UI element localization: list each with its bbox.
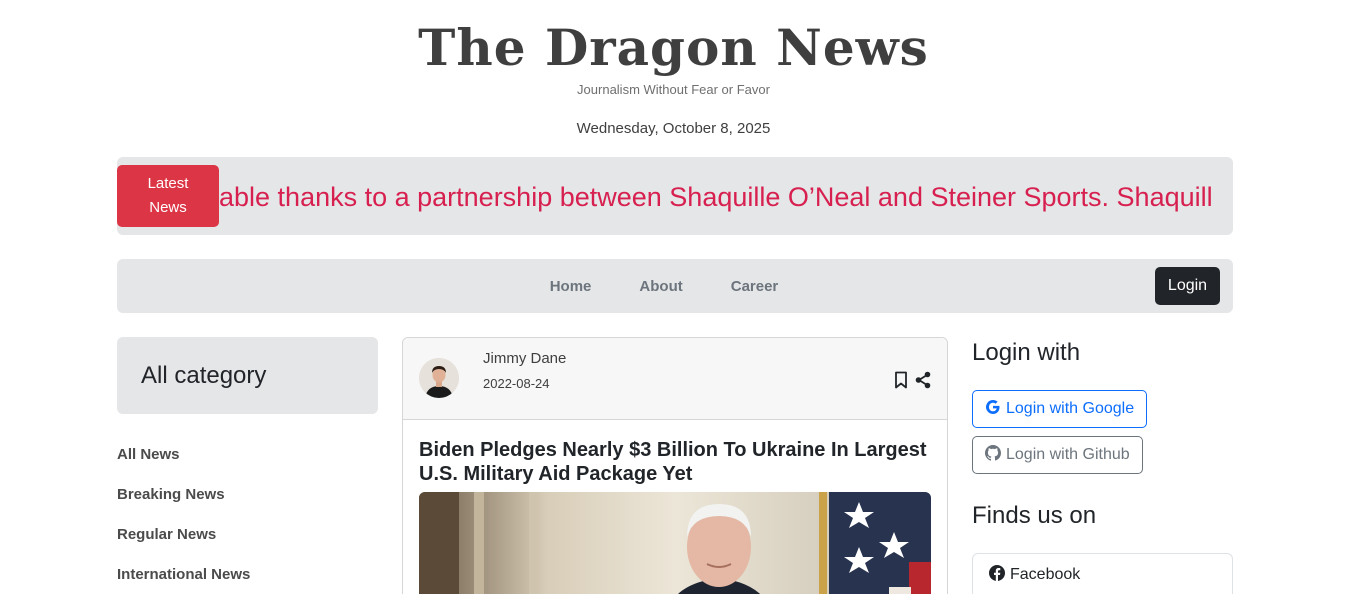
site-tagline: Journalism Without Fear or Favor bbox=[577, 82, 770, 97]
category-list: All News Breaking News Regular News Inte… bbox=[117, 446, 378, 594]
news-title[interactable]: Biden Pledges Nearly $3 Billion To Ukrai… bbox=[419, 438, 929, 486]
main-navbar: Home About Career Login bbox=[117, 259, 1233, 313]
facebook-icon bbox=[989, 564, 1005, 586]
category-item-regular-news[interactable]: Regular News bbox=[117, 526, 378, 566]
current-date: Wednesday, October 8, 2025 bbox=[576, 120, 771, 137]
site-header: The Dragon News Journalism Without Fear … bbox=[0, 18, 1347, 97]
nav-link-about[interactable]: About bbox=[639, 278, 682, 295]
nav-links: Home About Career bbox=[117, 259, 1233, 313]
latest-news-ticker: Latest News able thanks to a partnership… bbox=[117, 157, 1233, 235]
login-button[interactable]: Login bbox=[1155, 267, 1220, 305]
social-links-list: Facebook bbox=[972, 553, 1233, 594]
news-card-header: Jimmy Dane 2022-08-24 bbox=[403, 338, 947, 420]
latest-news-button[interactable]: Latest News bbox=[117, 165, 219, 227]
finds-us-heading: Finds us on bbox=[972, 502, 1097, 529]
author-name[interactable]: Jimmy Dane bbox=[483, 350, 566, 367]
category-heading: All category bbox=[117, 337, 378, 414]
card-actions bbox=[893, 371, 931, 394]
login-github-button[interactable]: Login with Github bbox=[972, 436, 1143, 474]
google-icon bbox=[985, 399, 1001, 420]
login-github-label: Login with Github bbox=[1006, 446, 1130, 463]
site-title: The Dragon News bbox=[418, 18, 929, 77]
category-item-international-news[interactable]: International News bbox=[117, 566, 378, 594]
left-sidebar: All category All News Breaking News Regu… bbox=[117, 337, 378, 594]
login-google-label: Login with Google bbox=[1006, 400, 1135, 417]
news-card: Jimmy Dane 2022-08-24 Biden Pledges Near… bbox=[402, 337, 948, 594]
author-avatar bbox=[419, 358, 459, 398]
right-sidebar: Login with Login with Google Login with … bbox=[972, 337, 1233, 594]
ticker-track: able thanks to a partnership between Sha… bbox=[219, 157, 1233, 235]
category-item-breaking-news[interactable]: Breaking News bbox=[117, 486, 378, 526]
login-google-button[interactable]: Login with Google bbox=[972, 390, 1148, 428]
ticker-headline[interactable]: able thanks to a partnership between Sha… bbox=[219, 181, 1213, 213]
nav-link-career[interactable]: Career bbox=[731, 278, 779, 295]
nav-link-home[interactable]: Home bbox=[550, 278, 592, 295]
login-with-heading: Login with bbox=[972, 339, 1081, 366]
bookmark-icon[interactable] bbox=[893, 371, 909, 394]
facebook-label: Facebook bbox=[1010, 566, 1081, 583]
publish-date: 2022-08-24 bbox=[483, 376, 550, 391]
news-thumbnail-image[interactable] bbox=[419, 492, 931, 594]
github-icon bbox=[985, 444, 1001, 466]
share-icon[interactable] bbox=[915, 371, 931, 394]
category-item-all-news[interactable]: All News bbox=[117, 446, 378, 486]
social-link-facebook[interactable]: Facebook bbox=[973, 554, 1232, 594]
